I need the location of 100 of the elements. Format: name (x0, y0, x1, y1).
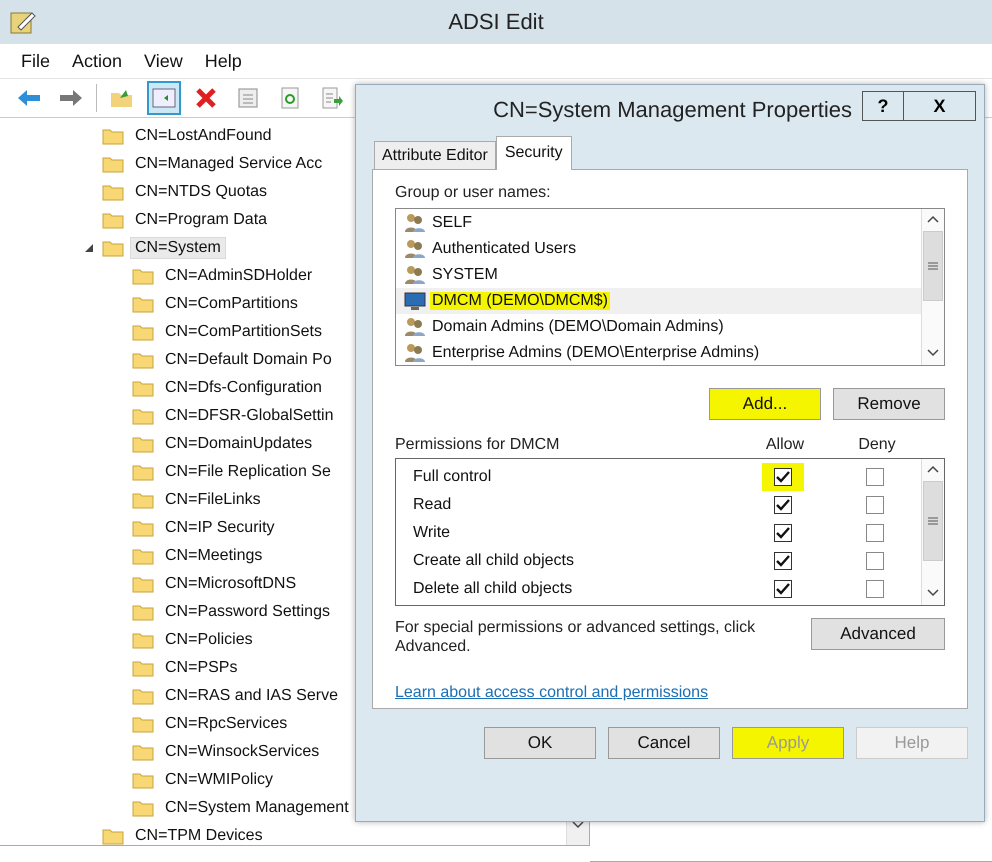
scroll-up-icon[interactable] (927, 215, 939, 223)
toolbar-button[interactable] (147, 81, 181, 115)
tree-item[interactable]: CN=Default Domain Po (160, 349, 337, 371)
tree-item[interactable]: CN=MicrosoftDNS (160, 573, 302, 595)
pane-icon[interactable] (152, 88, 176, 108)
list-item[interactable]: SYSTEM (396, 262, 921, 288)
scrollbar[interactable] (921, 209, 944, 365)
list-item[interactable]: SELF (396, 210, 921, 236)
computer-icon (404, 291, 426, 311)
folder-icon (132, 659, 154, 677)
scroll-down-icon[interactable] (927, 349, 939, 357)
user-name: DMCM (DEMO\DMCM$) (430, 292, 610, 310)
scrollbar[interactable] (921, 459, 944, 605)
menu-item[interactable]: View (135, 46, 192, 76)
tree-item[interactable]: CN=Dfs-Configuration (160, 377, 327, 399)
expand-arrow-icon[interactable] (84, 243, 94, 253)
permission-name: Create all child objects (413, 552, 575, 570)
list-item[interactable]: Enterprise Admins (DEMO\Enterprise Admins) (396, 340, 921, 365)
tree-item[interactable]: CN=Policies (160, 629, 258, 651)
refresh-icon[interactable] (280, 87, 300, 109)
folder-up-icon[interactable] (110, 88, 134, 108)
tree-item[interactable]: CN=Password Settings (160, 601, 335, 623)
tree-item[interactable]: CN=NTDS Quotas (130, 181, 272, 203)
tree-item[interactable]: CN=ComPartitionSets (160, 321, 327, 343)
tree-item[interactable]: CN=System Management (160, 797, 354, 819)
user-name: SELF (431, 214, 474, 232)
tree-item[interactable]: CN=Program Data (130, 209, 272, 231)
folder-icon (102, 127, 124, 145)
forward-arrow-icon[interactable] (59, 89, 83, 107)
tree-item[interactable]: CN=File Replication Se (160, 461, 336, 483)
deny-checkbox[interactable] (866, 496, 884, 514)
tree-item[interactable]: CN=DomainUpdates (160, 433, 318, 455)
folder-icon (132, 575, 154, 593)
advanced-button[interactable]: Advanced (811, 618, 945, 650)
help-button[interactable]: ? (862, 91, 904, 121)
allow-checkbox[interactable] (774, 468, 792, 486)
tree-item[interactable]: CN=IP Security (160, 517, 280, 539)
tree-item[interactable]: CN=WMIPolicy (160, 769, 278, 791)
tree-item[interactable]: CN=DFSR-GlobalSettin (160, 405, 338, 427)
folder-icon (102, 239, 124, 257)
checkmark-icon (776, 471, 790, 483)
export-list-icon[interactable] (321, 87, 343, 109)
folder-icon (102, 155, 124, 173)
dialog-button: Help (856, 727, 968, 759)
dialog-button: Apply (732, 727, 844, 759)
tree-item[interactable]: CN=System (130, 237, 226, 259)
checkmark-icon (776, 583, 790, 595)
folder-icon (132, 771, 154, 789)
menu-item[interactable]: File (12, 46, 60, 76)
deny-checkbox[interactable] (866, 524, 884, 542)
menu-item[interactable]: Help (196, 46, 251, 76)
list-item[interactable]: DMCM (DEMO\DMCM$) (396, 288, 921, 314)
dialog-button[interactable]: OK (484, 727, 596, 759)
properties-icon[interactable] (237, 87, 259, 109)
deny-checkbox[interactable] (866, 580, 884, 598)
folder-icon (132, 799, 154, 817)
window-title: ADSI Edit (448, 9, 544, 35)
dialog-button[interactable]: Remove (833, 388, 945, 420)
tree-item[interactable]: CN=ComPartitions (160, 293, 303, 315)
dialog-button[interactable]: Add... (709, 388, 821, 420)
list-item[interactable]: Domain Admins (DEMO\Domain Admins) (396, 314, 921, 340)
tree-item[interactable]: CN=RAS and IAS Serve (160, 685, 343, 707)
folder-icon (102, 211, 124, 229)
folder-icon (132, 323, 154, 341)
tree-item[interactable]: CN=Managed Service Acc (130, 153, 328, 175)
allow-checkbox[interactable] (774, 496, 792, 514)
folder-icon (132, 491, 154, 509)
help-link[interactable]: Learn about access control and permissions (395, 684, 708, 702)
back-arrow-icon[interactable] (17, 89, 41, 107)
deny-checkbox[interactable] (866, 552, 884, 570)
users-icon (404, 265, 426, 285)
list-item[interactable]: Authenticated Users (396, 236, 921, 262)
folder-icon (132, 519, 154, 537)
folder-icon (132, 743, 154, 761)
tab[interactable]: Attribute Editor (374, 141, 496, 170)
delete-icon[interactable] (195, 87, 217, 109)
tree-item[interactable]: CN=TPM Devices (130, 825, 268, 845)
permission-name: Read (413, 496, 452, 514)
tree-item[interactable]: CN=LostAndFound (130, 125, 277, 147)
menu-item[interactable]: Action (63, 46, 132, 76)
scroll-up-icon[interactable] (927, 465, 939, 473)
allow-checkbox[interactable] (774, 524, 792, 542)
tab[interactable]: Security (496, 136, 572, 170)
tree-item[interactable]: CN=PSPs (160, 657, 242, 679)
tree-item[interactable]: CN=FileLinks (160, 489, 266, 511)
users-icon (404, 343, 426, 363)
scroll-down-icon[interactable] (572, 821, 584, 829)
tree-item[interactable]: CN=WinsockServices (160, 741, 324, 763)
tree-item[interactable]: CN=RpcServices (160, 713, 292, 735)
tree-item[interactable]: CN=Meetings (160, 545, 268, 567)
folder-icon (132, 295, 154, 313)
scroll-down-icon[interactable] (927, 589, 939, 597)
deny-checkbox[interactable] (866, 468, 884, 486)
allow-checkbox[interactable] (774, 580, 792, 598)
allow-checkbox[interactable] (774, 552, 792, 570)
close-button[interactable]: X (904, 91, 976, 121)
folder-icon (132, 715, 154, 733)
dialog-button[interactable]: Cancel (608, 727, 720, 759)
permission-name: Delete all child objects (413, 580, 574, 598)
tree-item[interactable]: CN=AdminSDHolder (160, 265, 318, 287)
